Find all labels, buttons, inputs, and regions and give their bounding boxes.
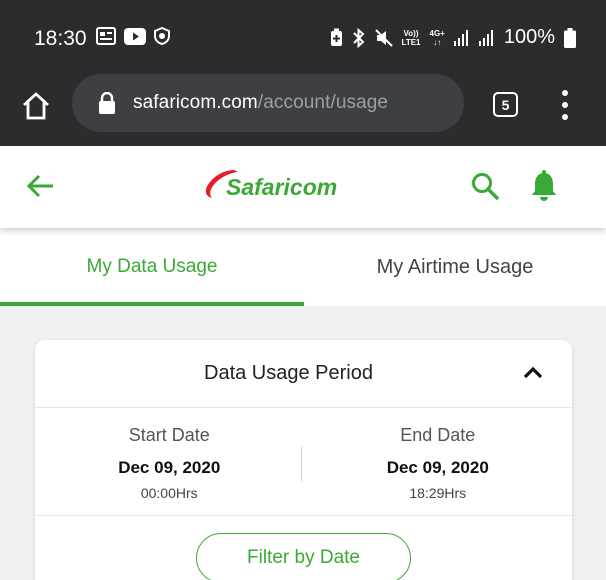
card-title: Data Usage Period	[204, 362, 373, 384]
signal-icon-2	[478, 29, 495, 46]
mute-icon	[374, 28, 393, 47]
tab-count: 5	[501, 96, 510, 113]
filter-by-date-button[interactable]: Filter by Date	[196, 533, 411, 580]
bell-icon	[532, 170, 556, 201]
end-date-block: End Date Dec 09, 2020 18:29Hrs	[304, 408, 573, 515]
tab-switcher-button[interactable]: 5	[493, 92, 518, 117]
logo-swoosh: Safaricom	[205, 170, 337, 200]
status-bar: 18:30 Vo)) LTE1 4G+ ↓↑ 100%	[0, 0, 606, 76]
menu-dot	[562, 102, 568, 108]
youtube-icon	[124, 27, 146, 45]
start-date-value: Dec 09, 2020	[118, 458, 221, 477]
news-icon	[96, 27, 116, 45]
home-icon	[23, 92, 49, 120]
network-type-indicator: 4G+ ↓↑	[429, 28, 445, 47]
chevron-up-icon[interactable]	[522, 364, 544, 380]
browser-menu-button[interactable]	[558, 90, 572, 120]
active-tab-indicator	[0, 302, 304, 306]
notification-icons	[96, 27, 170, 45]
date-divider	[301, 446, 302, 482]
start-time-value: 00:00Hrs	[140, 485, 198, 501]
logo-text: Safaricom	[226, 174, 337, 200]
status-right: Vo)) LTE1 4G+ ↓↑ 100%	[330, 26, 576, 49]
url-domain: safaricom.com	[133, 92, 258, 113]
url-text: safaricom.com/account/usage	[133, 92, 388, 114]
search-icon	[472, 173, 499, 200]
battery-saver-icon	[330, 28, 343, 47]
tab-label: My Data Usage	[86, 256, 218, 277]
tab-my-airtime-usage[interactable]: My Airtime Usage	[304, 228, 606, 306]
notifications-button[interactable]	[530, 170, 558, 202]
battery-icon	[564, 27, 576, 48]
start-date-label: Start Date	[128, 425, 210, 445]
bluetooth-icon	[352, 27, 366, 48]
signal-icon	[453, 29, 470, 46]
card-header[interactable]: Data Usage Period	[35, 340, 572, 408]
back-button[interactable]	[26, 171, 56, 201]
end-date-label: End Date	[400, 425, 476, 445]
url-path: /account/usage	[257, 92, 389, 113]
home-button[interactable]	[20, 90, 52, 122]
search-button[interactable]	[470, 171, 500, 201]
start-date-block: Start Date Dec 09, 2020 00:00Hrs	[35, 408, 304, 515]
safaricom-logo[interactable]: Safaricom	[198, 164, 358, 208]
browser-toolbar: safaricom.com/account/usage 5	[0, 74, 606, 146]
battery-percent: 100%	[503, 26, 555, 48]
tab-label: My Airtime Usage	[376, 255, 534, 278]
status-time: 18:30	[34, 27, 87, 50]
date-range: Start Date Dec 09, 2020 00:00Hrs End Dat…	[35, 408, 572, 516]
address-bar[interactable]: safaricom.com/account/usage	[72, 74, 464, 132]
usage-tabs: My Data Usage My Airtime Usage	[0, 228, 606, 306]
app-header: Safaricom	[0, 146, 606, 228]
volte-indicator: Vo)) LTE1	[401, 28, 421, 47]
tab-my-data-usage[interactable]: My Data Usage	[0, 228, 304, 306]
back-arrow-icon	[26, 174, 53, 198]
menu-dot	[562, 90, 568, 96]
menu-dot	[562, 114, 568, 120]
lock-icon	[99, 92, 115, 114]
shield-icon	[154, 27, 170, 45]
end-date-value: Dec 09, 2020	[386, 458, 489, 477]
filter-button-label: Filter by Date	[247, 547, 360, 568]
end-time-value: 18:29Hrs	[409, 485, 467, 501]
data-usage-period-card: Data Usage Period Start Date Dec 09, 202…	[35, 340, 572, 580]
